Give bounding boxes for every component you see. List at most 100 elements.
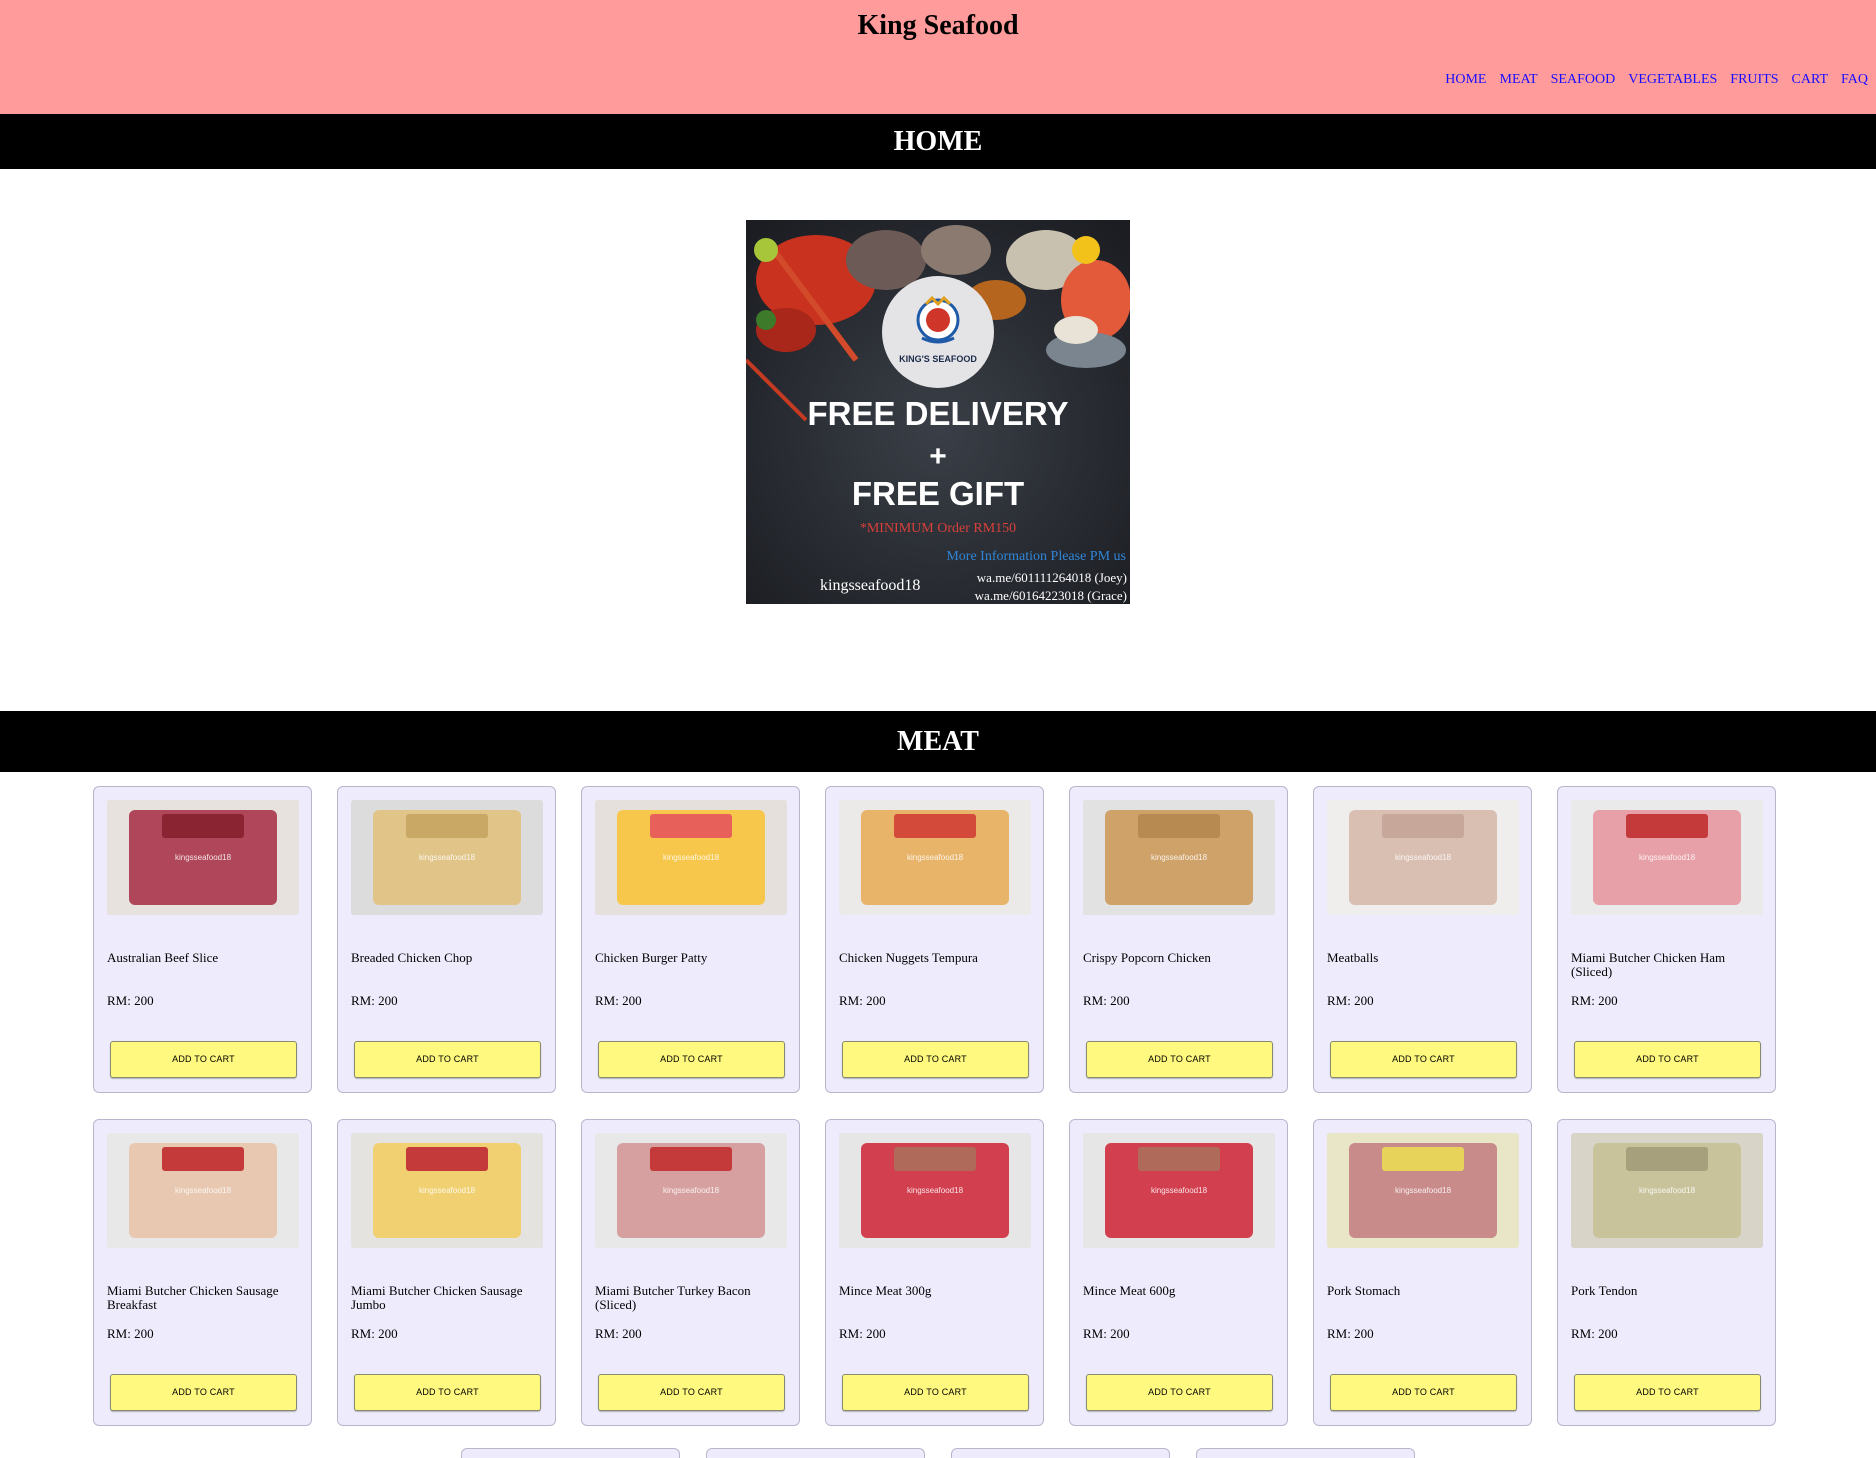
product-card: kingsseafood18 Miami Butcher Chicken Ham… xyxy=(1557,786,1776,1093)
product-name: Miami Butcher Chicken Sausage Breakfast xyxy=(107,1283,279,1312)
turkey-bacon-photo: kingsseafood18 xyxy=(595,1133,787,1248)
product-card: kingsseafood18 Australian Beef Slice RM:… xyxy=(93,786,312,1093)
nav-seafood[interactable]: SEAFOOD xyxy=(1551,72,1616,88)
product-card: kingsseafood18 Miami Butcher Chicken Sau… xyxy=(337,1119,556,1426)
chicken-ham-photo: kingsseafood18 xyxy=(1571,800,1763,915)
product-card: kingsseafood18 Breaded Chicken Chop RM: … xyxy=(337,786,556,1093)
mince-meat-photo: kingsseafood18 xyxy=(839,1133,1031,1248)
watermark-text: kingsseafood18 xyxy=(175,853,232,862)
product-price: RM: 200 xyxy=(1327,1326,1374,1341)
watermark-text: kingsseafood18 xyxy=(419,853,476,862)
main-nav: HOME MEAT SEAFOOD VEGETABLES FRUITS CART… xyxy=(1445,72,1868,88)
product-price: RM: 200 xyxy=(1083,993,1130,1008)
nav-faq[interactable]: FAQ xyxy=(1841,72,1868,88)
kings-seafood-logo-icon xyxy=(916,295,960,344)
nuggets-photo: kingsseafood18 xyxy=(839,800,1031,915)
chicken-ham-photo: kingsseafood18 xyxy=(1571,800,1763,915)
add-to-cart-button[interactable]: ADD TO CART xyxy=(110,1374,297,1411)
product-label xyxy=(1626,1147,1708,1171)
watermark-text: kingsseafood18 xyxy=(419,1186,476,1195)
pork-tendon-photo: kingsseafood18 xyxy=(1571,1133,1763,1248)
add-to-cart-button[interactable]: ADD TO CART xyxy=(598,1374,785,1411)
add-to-cart-button[interactable]: ADD TO CART xyxy=(1330,1374,1517,1411)
nav-fruits[interactable]: FRUITS xyxy=(1730,72,1778,88)
pork-stomach-photo: kingsseafood18 xyxy=(1327,1133,1519,1248)
meat-product-grid: kingsseafood18 Australian Beef Slice RM:… xyxy=(0,772,1876,1426)
chicken-chop-photo: kingsseafood18 xyxy=(351,800,543,915)
add-to-cart-button[interactable]: ADD TO CART xyxy=(1086,1041,1273,1078)
product-price: RM: 200 xyxy=(839,993,886,1008)
add-to-cart-button[interactable]: ADD TO CART xyxy=(842,1374,1029,1411)
banner-plus: + xyxy=(929,440,947,473)
watermark-text: kingsseafood18 xyxy=(1639,853,1696,862)
product-card: kingsseafood18 Miami Butcher Turkey Baco… xyxy=(581,1119,800,1426)
nav-vegetables[interactable]: VEGETABLES xyxy=(1628,72,1717,88)
product-name: Chicken Nuggets Tempura xyxy=(839,950,978,965)
product-label xyxy=(650,1147,732,1171)
product-price: RM: 200 xyxy=(351,1326,398,1341)
product-price: RM: 200 xyxy=(351,993,398,1008)
nuggets-photo: kingsseafood18 xyxy=(839,800,1031,915)
mince-meat-photo: kingsseafood18 xyxy=(1083,1133,1275,1248)
banner-contact-grace: wa.me/60164223018 (Grace) xyxy=(975,588,1127,603)
add-to-cart-button[interactable]: ADD TO CART xyxy=(598,1041,785,1078)
watermark-text: kingsseafood18 xyxy=(1151,853,1208,862)
banner-more-info: More Information Please PM us xyxy=(946,549,1126,564)
pork-stomach-photo: kingsseafood18 xyxy=(1327,1133,1519,1248)
banner-contact-joey: wa.me/601111264018 (Joey) xyxy=(977,570,1127,585)
turkey-bacon-photo: kingsseafood18 xyxy=(595,1133,787,1248)
product-label xyxy=(162,814,244,838)
banner-min-order: *MINIMUM Order RM150 xyxy=(860,521,1016,536)
add-to-cart-button[interactable]: ADD TO CART xyxy=(354,1374,541,1411)
watermark-text: kingsseafood18 xyxy=(175,1186,232,1195)
product-label xyxy=(1626,814,1708,838)
product-card: kingsseafood18 Chicken Nuggets Tempura R… xyxy=(825,786,1044,1093)
add-to-cart-button[interactable]: ADD TO CART xyxy=(354,1041,541,1078)
promo-banner: KING'S SEAFOOD FREE DELIVERY + FREE GIFT… xyxy=(746,220,1130,604)
product-price: RM: 200 xyxy=(839,1326,886,1341)
watermark-text: kingsseafood18 xyxy=(663,853,720,862)
site-header: King Seafood HOME MEAT SEAFOOD VEGETABLE… xyxy=(0,0,1876,114)
chicken-chop-photo: kingsseafood18 xyxy=(351,800,543,915)
mince-meat-photo: kingsseafood18 xyxy=(1083,1133,1275,1248)
watermark-text: kingsseafood18 xyxy=(663,1186,720,1195)
product-name: Meatballs xyxy=(1327,950,1379,965)
product-name: Pork Tendon xyxy=(1571,1283,1638,1298)
product-price: RM: 200 xyxy=(1327,993,1374,1008)
product-price: RM: 200 xyxy=(1571,993,1618,1008)
add-to-cart-button[interactable]: ADD TO CART xyxy=(110,1041,297,1078)
product-price: RM: 200 xyxy=(1083,1326,1130,1341)
product-card-partial xyxy=(951,1448,1170,1458)
product-price: RM: 200 xyxy=(107,993,154,1008)
product-label xyxy=(406,1147,488,1171)
banner-line1: FREE DELIVERY xyxy=(808,395,1069,432)
add-to-cart-button[interactable]: ADD TO CART xyxy=(1574,1041,1761,1078)
product-name: Australian Beef Slice xyxy=(107,950,219,965)
nav-cart[interactable]: CART xyxy=(1792,72,1829,88)
product-label xyxy=(650,814,732,838)
sausage-jumbo-photo: kingsseafood18 xyxy=(351,1133,543,1248)
product-name: Miami Butcher Chicken Sausage Jumbo xyxy=(351,1283,523,1312)
product-name: Miami Butcher Chicken Ham (Sliced) xyxy=(1571,950,1726,979)
watermark-text: kingsseafood18 xyxy=(1395,1186,1452,1195)
product-label xyxy=(162,1147,244,1171)
nav-meat[interactable]: MEAT xyxy=(1500,72,1538,88)
banner-handle: kingsseafood18 xyxy=(820,577,920,594)
sausage-jumbo-photo: kingsseafood18 xyxy=(351,1133,543,1248)
product-label xyxy=(1138,1147,1220,1171)
meat-section-heading: MEAT xyxy=(0,711,1876,772)
product-card: kingsseafood18 Mince Meat 300g RM: 200 A… xyxy=(825,1119,1044,1426)
nav-home[interactable]: HOME xyxy=(1445,72,1486,88)
add-to-cart-button[interactable]: ADD TO CART xyxy=(1574,1374,1761,1411)
product-name: Breaded Chicken Chop xyxy=(351,950,473,965)
meatballs-photo: kingsseafood18 xyxy=(1327,800,1519,915)
add-to-cart-button[interactable]: ADD TO CART xyxy=(1330,1041,1517,1078)
add-to-cart-button[interactable]: ADD TO CART xyxy=(1086,1374,1273,1411)
product-label xyxy=(1138,814,1220,838)
site-title: King Seafood xyxy=(857,10,1019,41)
watermark-text: kingsseafood18 xyxy=(907,853,964,862)
popcorn-chicken-photo: kingsseafood18 xyxy=(1083,800,1275,915)
product-label xyxy=(406,814,488,838)
watermark-text: kingsseafood18 xyxy=(1151,1186,1208,1195)
add-to-cart-button[interactable]: ADD TO CART xyxy=(842,1041,1029,1078)
